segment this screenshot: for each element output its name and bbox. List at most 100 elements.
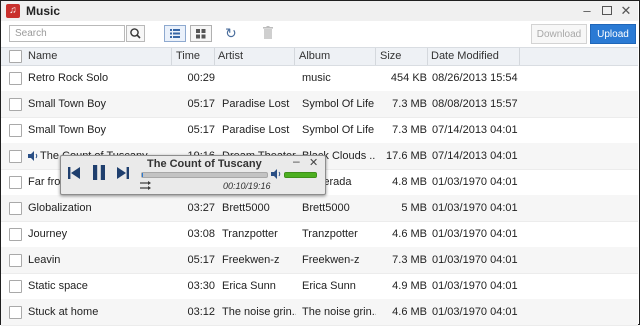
cell-time: 03:08: [187, 228, 215, 240]
row-checkbox[interactable]: [9, 150, 22, 163]
cell-time: 03:30: [187, 280, 215, 292]
list-view-button[interactable]: [164, 25, 186, 42]
column-divider: [519, 48, 520, 65]
cell-time: 03:12: [187, 306, 215, 318]
row-checkbox[interactable]: [9, 254, 22, 267]
column-divider: [171, 48, 172, 65]
volume-fill: [285, 173, 316, 177]
row-checkbox[interactable]: [9, 72, 22, 85]
row-checkbox[interactable]: [9, 280, 22, 293]
cell-date: 08/26/2013 15:54: [432, 72, 518, 84]
minimize-icon[interactable]: ‒: [293, 154, 300, 168]
cell-size: 454 KB: [390, 72, 427, 84]
column-divider: [427, 48, 428, 65]
table-row[interactable]: Leavin 05:17 Freekwen-z Freekwen-z 7.3 M…: [1, 247, 638, 274]
trash-icon[interactable]: [263, 26, 273, 39]
column-header-album[interactable]: Album: [299, 50, 330, 62]
cell-date: 08/08/2013 15:57: [432, 98, 518, 110]
column-divider: [375, 48, 376, 65]
maximize-icon[interactable]: [598, 3, 616, 19]
cell-name: Journey: [28, 228, 68, 240]
player-track-title: The Count of Tuscany: [147, 158, 262, 170]
cell-album: Symbol Of Life: [302, 124, 375, 136]
cell-size: 4.9 MB: [392, 280, 427, 292]
cell-name: Small Town Boy: [28, 98, 107, 110]
row-checkbox[interactable]: [9, 306, 22, 319]
cell-size: 4.6 MB: [392, 228, 427, 240]
search-button[interactable]: [126, 25, 145, 42]
cell-time: 00:29: [187, 72, 215, 84]
toolbar: ↻ Download Upload: [1, 21, 638, 47]
progress-bar[interactable]: [141, 172, 268, 178]
cell-time: 05:17: [187, 124, 215, 136]
column-header-size[interactable]: Size: [380, 50, 401, 62]
upload-button[interactable]: Upload: [590, 24, 636, 44]
cell-date: 01/03/1970 04:01: [432, 254, 518, 266]
row-checkbox[interactable]: [9, 124, 22, 137]
cell-size: 4.6 MB: [392, 306, 427, 318]
player-time: 00:10/19:16: [223, 181, 271, 191]
column-header-time[interactable]: Time: [176, 50, 200, 62]
close-icon[interactable]: ✕: [309, 156, 318, 169]
cell-artist: Freekwen-z: [222, 254, 280, 266]
cell-date: 07/14/2013 04:01: [432, 124, 518, 136]
shuffle-icon[interactable]: [140, 181, 151, 190]
table-row[interactable]: Retro Rock Solo 00:29 music 454 KB 08/26…: [1, 65, 638, 92]
list-view-icon: [170, 29, 180, 38]
table-row[interactable]: Static space 03:30 Erica Sunn Erica Sunn…: [1, 273, 638, 300]
cell-date: 01/03/1970 04:01: [432, 228, 518, 240]
cell-artist: Tranzpotter: [222, 228, 278, 240]
speaker-icon: [28, 151, 38, 161]
row-checkbox[interactable]: [9, 176, 22, 189]
row-checkbox[interactable]: [9, 202, 22, 215]
next-icon[interactable]: [116, 167, 129, 179]
select-all-checkbox[interactable]: [9, 50, 22, 63]
cell-date: 01/03/1970 04:01: [432, 306, 518, 318]
cell-size: 17.6 MB: [386, 150, 427, 162]
column-header-artist[interactable]: Artist: [218, 50, 243, 62]
previous-icon[interactable]: [68, 167, 81, 179]
pause-icon[interactable]: [92, 165, 106, 180]
cell-album: music: [302, 72, 331, 84]
cell-album: The noise grin...: [302, 306, 376, 318]
table-row[interactable]: Globalization 03:27 Brett5000 Brett5000 …: [1, 195, 638, 222]
cell-size: 7.3 MB: [392, 254, 427, 266]
cell-album: Erica Sunn: [302, 280, 356, 292]
cell-size: 7.3 MB: [392, 98, 427, 110]
row-checkbox[interactable]: [9, 98, 22, 111]
cell-album: Freekwen-z: [302, 254, 360, 266]
column-header-name[interactable]: Name: [28, 50, 57, 62]
cell-artist: Brett5000: [222, 202, 270, 214]
cell-artist: Erica Sunn: [222, 280, 276, 292]
column-header-date-modified[interactable]: Date Modified: [431, 50, 499, 62]
minimize-icon[interactable]: –: [578, 3, 596, 19]
volume-icon[interactable]: [271, 169, 282, 179]
cell-time: 03:27: [187, 202, 215, 214]
cell-date: 01/03/1970 04:01: [432, 202, 518, 214]
table-row[interactable]: Small Town Boy 05:17 Paradise Lost Symbo…: [1, 117, 638, 144]
refresh-icon[interactable]: ↻: [225, 25, 239, 41]
cell-name: Retro Rock Solo: [28, 72, 109, 84]
table-row[interactable]: Stuck at home 03:12 The noise grin... Th…: [1, 299, 638, 326]
table-row[interactable]: Journey 03:08 Tranzpotter Tranzpotter 4.…: [1, 221, 638, 248]
cell-name: Globalization: [28, 202, 92, 214]
cell-date: 07/14/2013 04:01: [432, 150, 518, 162]
grid-view-button[interactable]: [190, 25, 212, 42]
download-button[interactable]: Download: [531, 24, 587, 44]
cell-name: Leavin: [28, 254, 61, 266]
search-input[interactable]: [9, 25, 125, 42]
cell-date: 01/03/1970 04:01: [432, 280, 518, 292]
cell-size: 7.3 MB: [392, 124, 427, 136]
column-divider: [294, 48, 295, 65]
cell-time: 05:17: [187, 254, 215, 266]
mini-player[interactable]: The Count of Tuscany ‒ ✕ 00:10/19:16: [60, 154, 326, 195]
row-checkbox[interactable]: [9, 228, 22, 241]
cell-album: Brett5000: [302, 202, 350, 214]
table-row[interactable]: Small Town Boy 05:17 Paradise Lost Symbo…: [1, 91, 638, 118]
music-app-icon: ♫: [6, 4, 20, 18]
cell-album: Symbol Of Life: [302, 98, 375, 110]
table-header: Name Time Artist Album Size Date Modifie…: [1, 47, 638, 66]
cell-date: 01/03/1970 04:01: [432, 176, 518, 188]
volume-slider[interactable]: [284, 172, 317, 178]
close-icon[interactable]: ✕: [617, 3, 635, 19]
